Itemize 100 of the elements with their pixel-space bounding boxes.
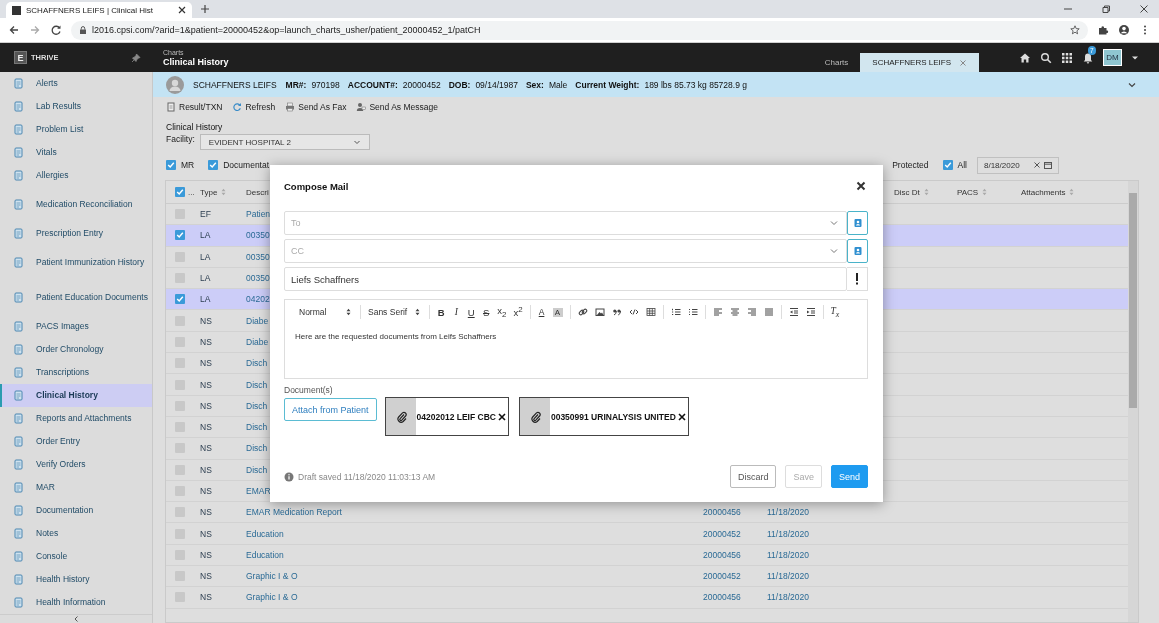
column-header[interactable]: Type (200, 187, 218, 197)
table-cell[interactable]: Disch (246, 464, 268, 475)
table-row[interactable]: NS Graphic I & O 20000456 11/18/2020 (166, 587, 1128, 609)
table-row[interactable]: NS Education 20000452 11/18/2020 (166, 523, 1128, 545)
reload-icon[interactable] (50, 24, 62, 36)
underline-button[interactable]: U (467, 306, 476, 318)
row-checkbox[interactable] (175, 294, 185, 305)
align-left-icon[interactable] (712, 307, 723, 317)
table-row[interactable]: NS Education 20000456 11/18/2020 (166, 544, 1128, 567)
chart-tab[interactable]: SCHAFFNERS LEIFS (860, 53, 979, 72)
table-cell[interactable]: Diabe (246, 336, 269, 347)
outdent-icon[interactable] (788, 307, 799, 317)
table-cell[interactable]: EMAR (246, 486, 271, 496)
sidebar-item[interactable]: Health History (0, 568, 152, 591)
attachment-chip[interactable]: 04202012 LEIF CBC (384, 397, 509, 436)
table-cell[interactable]: Disch (246, 400, 268, 411)
sidebar-item[interactable]: Order Chronology (0, 338, 152, 361)
table-cell[interactable]: 00350 (246, 230, 270, 241)
table-row[interactable]: NS Graphic I & O 20000452 11/18/2020 (166, 566, 1128, 588)
chart-tab[interactable]: Charts (812, 53, 861, 72)
bell-icon[interactable] (1082, 51, 1094, 64)
bold-button[interactable]: B (437, 306, 446, 318)
toolbar-button[interactable]: Send As Fax (285, 101, 347, 112)
sidebar-item[interactable]: Patient Education Documents (0, 280, 152, 315)
sidebar-item[interactable]: Patient Immunization History (0, 245, 152, 280)
filter-checkbox[interactable]: All (942, 160, 967, 170)
table-cell[interactable]: Disch (246, 379, 268, 390)
forward-arrow-icon[interactable] (29, 24, 41, 36)
attachment-chip[interactable]: 00350991 URINALYSIS UNITED (518, 397, 689, 436)
new-tab-icon[interactable] (200, 4, 210, 14)
table-cell[interactable]: Patien (246, 209, 271, 220)
clean-button[interactable]: T$_{x}$ (830, 305, 840, 319)
table-cell[interactable]: 00350 (246, 273, 270, 284)
table-cell[interactable]: Graphic I & O (246, 592, 298, 603)
sub-button[interactable]: x$_{2}$ (497, 305, 507, 319)
align-right-icon[interactable] (746, 307, 757, 317)
font-select[interactable]: Sans Serif (368, 307, 421, 317)
browser-tab[interactable]: SCHAFFNERS LEIFS | Clinical Hist (6, 2, 192, 18)
pin-icon[interactable] (131, 52, 141, 63)
date-field[interactable]: 8/18/2020 (977, 156, 1059, 174)
sidebar-item[interactable]: Order Entry (0, 430, 152, 453)
sidebar-item[interactable]: MAR (0, 476, 152, 499)
bullet-icon[interactable] (687, 307, 698, 317)
home-icon[interactable] (1019, 51, 1031, 64)
clear-icon[interactable] (1033, 161, 1041, 169)
toolbar-button[interactable]: Send As Message (356, 101, 438, 112)
strike-button[interactable]: S (482, 306, 491, 318)
italic-button[interactable]: I (452, 307, 461, 317)
sidebar-item[interactable]: PACS Images (0, 315, 152, 338)
close-icon[interactable] (178, 6, 186, 14)
table-cell[interactable]: Education (246, 549, 284, 560)
puzzle-icon[interactable] (1097, 24, 1109, 36)
sidebar-item[interactable]: Documentation (0, 499, 152, 522)
remove-icon[interactable] (677, 412, 686, 421)
row-checkbox[interactable] (175, 230, 185, 241)
search-icon[interactable] (1040, 51, 1052, 64)
column-header[interactable]: ... (188, 187, 195, 197)
table-cell[interactable]: Disch (246, 358, 268, 369)
color-button[interactable]: A (537, 307, 546, 317)
star-icon[interactable] (1070, 25, 1080, 35)
background-button[interactable]: A (552, 307, 563, 317)
collapse-icon[interactable] (72, 615, 80, 623)
column-header[interactable]: Descri (246, 187, 269, 197)
sidebar-item[interactable]: Allergies (0, 164, 152, 187)
cc-field[interactable]: CC (284, 239, 847, 263)
url-field[interactable]: l2016.cpsi.com/?arid=1&patient=20000452&op=launch_charts_usher/patient_20000452_1/patCH (71, 20, 1088, 40)
profile-icon[interactable] (1118, 24, 1130, 36)
sidebar-item[interactable]: Problem List (0, 118, 152, 141)
code-icon[interactable] (628, 307, 639, 317)
select-all-checkbox[interactable] (175, 187, 185, 197)
address-book-button[interactable] (847, 211, 868, 235)
image-icon[interactable] (594, 307, 605, 317)
remove-icon[interactable] (497, 412, 506, 421)
dialog-button[interactable]: Discard (729, 465, 777, 488)
sidebar-item[interactable]: Alerts (0, 72, 152, 95)
table-cell[interactable]: Education (246, 528, 284, 539)
filter-checkbox[interactable]: Documentat (208, 160, 270, 170)
sidebar-item[interactable]: Medication Reconciliation (0, 187, 152, 222)
user-avatar[interactable]: DM (1103, 49, 1122, 66)
back-arrow-icon[interactable] (8, 24, 20, 36)
priority-button[interactable] (847, 267, 868, 291)
column-header[interactable]: Disc Dt (894, 187, 920, 197)
sidebar-item[interactable]: Prescription Entry (0, 222, 152, 245)
table-cell[interactable]: 00350 (246, 251, 270, 262)
subject-field[interactable]: Liefs Schaffners (284, 267, 847, 291)
filter-checkbox[interactable]: MR (166, 160, 195, 170)
quote-icon[interactable] (611, 307, 622, 317)
format-select[interactable]: Normal (299, 307, 351, 317)
sidebar-item[interactable]: Transcriptions (0, 361, 152, 384)
scrollbar[interactable] (1128, 181, 1138, 622)
justify-icon[interactable] (763, 307, 774, 317)
link-icon[interactable] (577, 307, 588, 317)
facility-select[interactable]: EVIDENT HOSPITAL 2 (199, 134, 370, 150)
table-cell[interactable]: Disch (246, 443, 268, 454)
restore-icon[interactable] (1101, 4, 1111, 14)
sidebar-item[interactable]: Vitals (0, 141, 152, 164)
table-cell[interactable]: EMAR Medication Report (246, 507, 342, 518)
table-icon[interactable] (645, 307, 656, 317)
grid-icon[interactable] (1061, 51, 1073, 64)
column-header[interactable]: PACS (957, 187, 979, 197)
